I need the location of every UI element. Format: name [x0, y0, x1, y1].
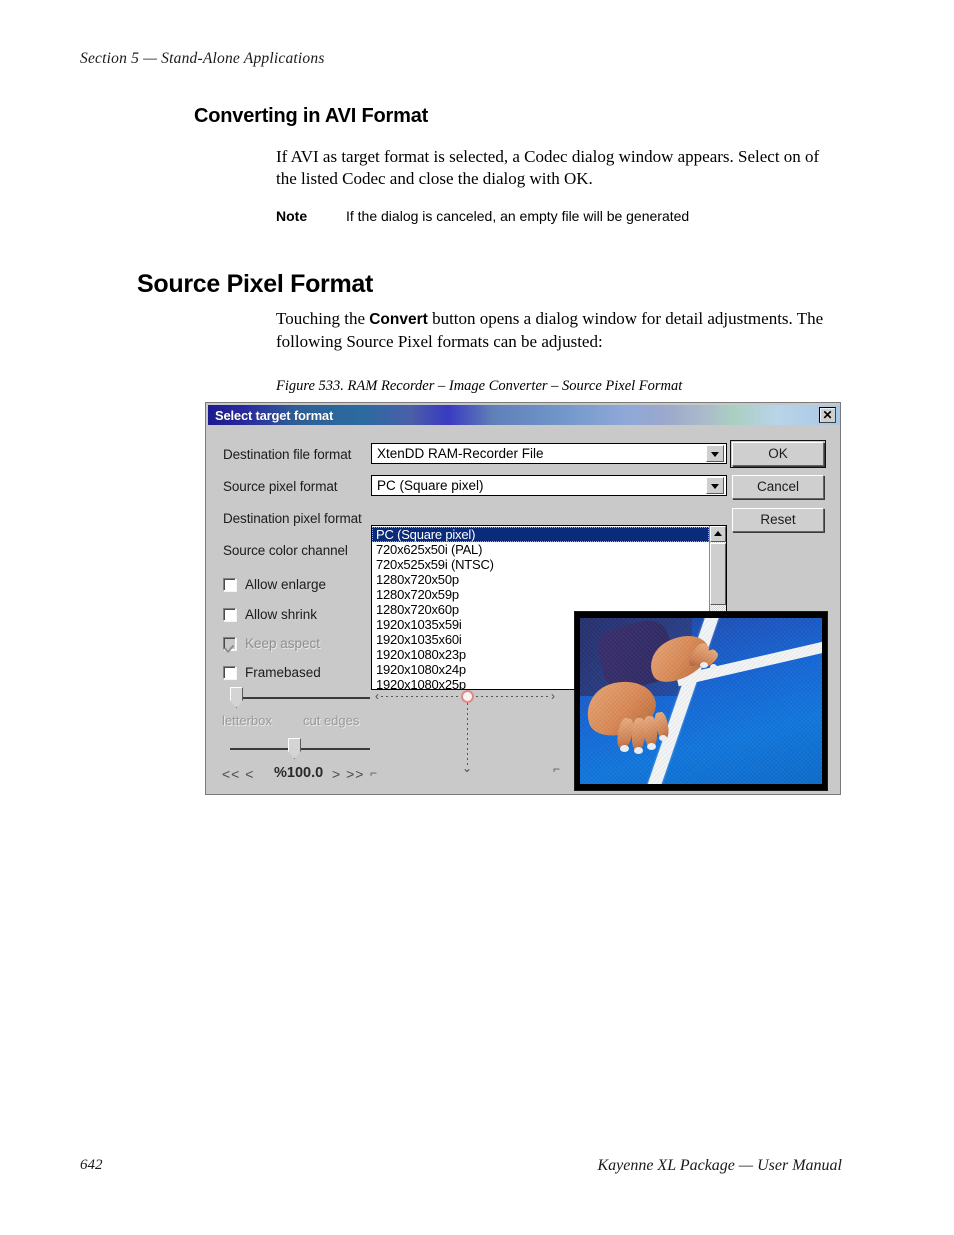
- checkbox-label-allow-shrink: Allow shrink: [245, 607, 318, 622]
- paragraph-avi: If AVI as target format is selected, a C…: [276, 147, 820, 188]
- checkbox-row-allow-enlarge[interactable]: Allow enlarge: [223, 577, 326, 592]
- fingernail: [647, 743, 656, 750]
- select-target-format-dialog: Select target format ✕ Destination file …: [205, 402, 841, 795]
- guide-left-arrow-icon: ‹: [375, 689, 379, 703]
- zoom-value: %100.0: [274, 765, 324, 781]
- ok-button[interactable]: OK: [730, 440, 826, 468]
- scrollbar-thumb[interactable]: [710, 543, 726, 605]
- checkbox-keep-aspect: [223, 637, 236, 650]
- preview-image: [580, 618, 822, 784]
- fingernail: [700, 662, 708, 668]
- scroll-up-icon[interactable]: [710, 526, 726, 542]
- source-pixel-format-combo[interactable]: PC (Square pixel): [371, 475, 727, 496]
- figure-caption: Figure 533. RAM Recorder – Image Convert…: [276, 378, 683, 394]
- note-label: Note: [276, 208, 308, 224]
- guide-down-arrow-icon: ⌄: [462, 761, 473, 775]
- footer-page-number: 642: [80, 1157, 103, 1173]
- checkbox-allow-shrink[interactable]: [223, 608, 236, 621]
- checkbox-framebased[interactable]: [223, 666, 236, 679]
- label-source-pixel-format: Source pixel format: [223, 479, 338, 494]
- chevron-down-icon[interactable]: [706, 445, 724, 462]
- dropdown-item[interactable]: PC (Square pixel): [372, 527, 709, 542]
- corner-mark-right-icon: ⌐: [553, 762, 561, 776]
- dialog-titlebar: Select target format ✕: [208, 405, 840, 425]
- checkbox-label-keep-aspect: Keep aspect: [245, 636, 321, 651]
- dialog-title: Select target format: [215, 407, 334, 423]
- zoom-slider[interactable]: [230, 738, 370, 760]
- dropdown-item[interactable]: 720x625x50i (PAL): [372, 542, 709, 557]
- running-head: Section 5 — Stand-Alone Applications: [80, 50, 325, 67]
- heading-converting-in-avi-format: Converting in AVI Format: [194, 105, 429, 127]
- position-handle[interactable]: [461, 690, 474, 703]
- zoom-increase-arrows[interactable]: > >>: [332, 766, 364, 782]
- cancel-button[interactable]: Cancel: [732, 475, 824, 499]
- image-preview-frame: [574, 611, 828, 791]
- dropdown-item[interactable]: 720x525x59i (NTSC): [372, 557, 709, 572]
- chevron-down-icon[interactable]: [706, 477, 724, 494]
- fingernail: [634, 747, 643, 754]
- destination-file-format-value: XtenDD RAM-Recorder File: [377, 446, 544, 461]
- vertical-position-guide: [467, 703, 468, 765]
- slider-label-letterbox: letterbox: [222, 713, 272, 728]
- label-destination-pixel-format: Destination pixel format: [223, 511, 362, 526]
- close-icon[interactable]: ✕: [819, 407, 836, 423]
- paragraph-source-pixel-format: Touching the Convert button opens a dial…: [276, 308, 844, 352]
- convert-button-mention: Convert: [369, 311, 428, 328]
- fingernail: [710, 664, 717, 670]
- dropdown-item[interactable]: 1280x720x59p: [372, 587, 709, 602]
- slider-label-cut-edges: cut edges: [303, 713, 360, 728]
- checkbox-allow-enlarge[interactable]: [223, 578, 236, 591]
- dialog-client-area: Destination file format Source pixel for…: [208, 425, 840, 794]
- checkbox-label-allow-enlarge: Allow enlarge: [245, 577, 327, 592]
- checkbox-row-allow-shrink[interactable]: Allow shrink: [223, 607, 317, 622]
- checkbox-label-framebased: Framebased: [245, 665, 321, 680]
- paragraph-text-before: Touching the: [276, 309, 370, 328]
- zoom-decrease-arrows[interactable]: << <: [222, 766, 254, 782]
- checkbox-row-framebased[interactable]: Framebased: [223, 665, 321, 680]
- corner-mark-left-icon: ⌐: [370, 766, 378, 780]
- label-source-color-channel: Source color channel: [223, 543, 348, 558]
- heading-source-pixel-format: Source Pixel Format: [137, 270, 374, 298]
- slider-thumb[interactable]: [288, 738, 301, 759]
- fingernail: [659, 735, 667, 741]
- slider-track: [230, 697, 370, 699]
- guide-right-arrow-icon: ›: [551, 689, 555, 703]
- note-text: If the dialog is canceled, an empty file…: [346, 208, 690, 224]
- dropdown-item[interactable]: 1280x720x50p: [372, 572, 709, 587]
- slider-thumb[interactable]: [230, 687, 243, 708]
- label-destination-file-format: Destination file format: [223, 447, 352, 462]
- reset-button[interactable]: Reset: [732, 508, 824, 532]
- letterbox-cut-edges-slider[interactable]: [230, 687, 370, 709]
- fingernail: [620, 745, 629, 752]
- destination-file-format-combo[interactable]: XtenDD RAM-Recorder File: [371, 443, 727, 464]
- checkbox-row-keep-aspect: Keep aspect: [223, 636, 320, 651]
- note-row: Note If the dialog is canceled, an empty …: [276, 208, 844, 224]
- footer-document-title: Kayenne XL Package — User Manual: [597, 1157, 842, 1174]
- source-pixel-format-value: PC (Square pixel): [377, 478, 484, 493]
